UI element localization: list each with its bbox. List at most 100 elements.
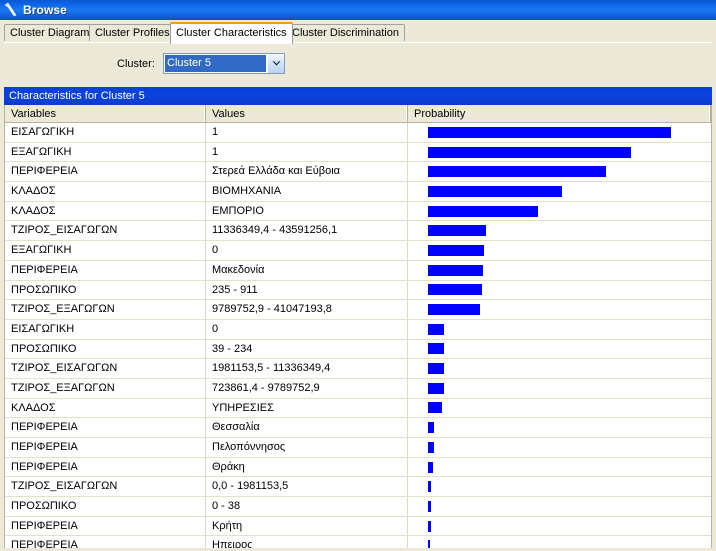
- probability-bar: [428, 461, 433, 473]
- cell-value: 0 - 38: [206, 497, 408, 516]
- table-header-row: Variables Values Probability: [5, 105, 711, 123]
- cell-probability: [408, 202, 711, 221]
- cell-value: Πελοπόννησος: [206, 438, 408, 457]
- probability-bar: [428, 422, 434, 434]
- cell-value: ΥΠΗΡΕΣΙΕΣ: [206, 398, 408, 418]
- cell-value: Κρήτη: [206, 516, 408, 536]
- cell-variable: ΠΕΡΙΦΕΡΕΙΑ: [5, 162, 206, 182]
- tab-cluster-discrimination[interactable]: Cluster Discrimination: [286, 24, 405, 42]
- cell-variable: ΠΕΡΙΦΕΡΕΙΑ: [5, 457, 206, 477]
- table-row[interactable]: ΠΕΡΙΦΕΡΕΙΑ Στερεά Ελλάδα και Εύβοια: [5, 162, 711, 183]
- table-row[interactable]: ΚΛΑΔΟΣ ΕΜΠΟΡΙΟ: [5, 201, 711, 222]
- table-row[interactable]: ΕΙΣΑΓΩΓΙΚΗ 1: [5, 123, 711, 143]
- cell-variable: ΤΖΙΡΟΣ_ΕΞΑΓΩΓΩΝ: [5, 378, 206, 398]
- cell-variable: ΠΕΡΙΦΕΡΕΙΑ: [5, 260, 206, 280]
- cell-value: 39 - 234: [206, 339, 408, 359]
- probability-bar: [428, 481, 431, 493]
- cell-variable: ΤΖΙΡΟΣ_ΕΙΣΑΓΩΓΩΝ: [5, 359, 206, 378]
- column-header-values[interactable]: Values: [206, 105, 408, 122]
- table-row[interactable]: ΤΖΙΡΟΣ_ΕΞΑΓΩΓΩΝ 9789752,9 - 41047193,8: [5, 300, 711, 320]
- cell-probability: [408, 261, 711, 280]
- table-row[interactable]: ΤΖΙΡΟΣ_ΕΙΣΑΓΩΓΩΝ 11336349,4 - 43591256,1: [5, 221, 711, 242]
- table-row[interactable]: ΠΕΡΙΦΕΡΕΙΑ Θράκη: [5, 457, 711, 478]
- table-row[interactable]: ΠΕΡΙΦΕΡΕΙΑ Μακεδονία: [5, 260, 711, 281]
- cell-variable: ΚΛΑΔΟΣ: [5, 398, 206, 418]
- cell-value: 723861,4 - 9789752,9: [206, 378, 408, 398]
- cell-variable: ΕΙΣΑΓΩΓΙΚΗ: [5, 319, 206, 339]
- table-row[interactable]: ΕΙΣΑΓΩΓΙΚΗ 0: [5, 319, 711, 340]
- cluster-label: Cluster:: [117, 58, 155, 70]
- probability-bar: [428, 284, 482, 296]
- probability-bar: [428, 244, 484, 256]
- table-row[interactable]: ΠΡΟΣΩΠΙΚΟ 0 - 38: [5, 497, 711, 517]
- tab-panel-cluster-characteristics: Cluster: Cluster 5 Characteristics for C…: [0, 42, 716, 551]
- cell-probability: [408, 536, 711, 548]
- cell-probability: [408, 517, 711, 536]
- characteristics-table[interactable]: Variables Values Probability ΕΙΣΑΓΩΓΙΚΗ 1…: [4, 105, 712, 548]
- cell-probability: [408, 320, 711, 339]
- table-row[interactable]: ΕΞΑΓΩΓΙΚΗ 0: [5, 241, 711, 261]
- probability-bar: [428, 382, 444, 394]
- table-row[interactable]: ΤΖΙΡΟΣ_ΕΙΣΑΓΩΓΩΝ 1981153,5 - 11336349,4: [5, 359, 711, 379]
- cell-variable: ΚΛΑΔΟΣ: [5, 201, 206, 221]
- table-row[interactable]: ΠΡΟΣΩΠΙΚΟ 235 - 911: [5, 280, 711, 301]
- probability-bar: [428, 304, 480, 316]
- cell-probability: [408, 458, 711, 477]
- cell-variable: ΠΕΡΙΦΕΡΕΙΑ: [5, 516, 206, 536]
- table-body: ΕΙΣΑΓΩΓΙΚΗ 1 ΕΞΑΓΩΓΙΚΗ 1 ΠΕΡΙΦΕΡΕΙΑ Στερεά Ελ…: [5, 123, 711, 548]
- tab-cluster-characteristics[interactable]: Cluster Characteristics: [170, 22, 293, 44]
- table-row[interactable]: ΠΡΟΣΩΠΙΚΟ 39 - 234: [5, 339, 711, 360]
- probability-bar: [428, 205, 538, 217]
- tab-cluster-profiles[interactable]: Cluster Profiles: [89, 24, 176, 42]
- tab-cluster-diagram[interactable]: Cluster Diagram: [4, 24, 96, 42]
- probability-bar: [428, 540, 430, 548]
- table-row[interactable]: ΚΛΑΔΟΣ ΥΠΗΡΕΣΙΕΣ: [5, 398, 711, 419]
- cell-variable: ΠΡΟΣΩΠΙΚΟ: [5, 280, 206, 300]
- table-row[interactable]: ΠΕΡΙΦΕΡΕΙΑ Θεσσαλία: [5, 418, 711, 438]
- cell-probability: [408, 221, 711, 240]
- cell-variable: ΠΡΟΣΩΠΙΚΟ: [5, 339, 206, 359]
- cell-probability: [408, 359, 711, 378]
- tab-strip: Cluster Diagram Cluster Profiles Cluster…: [0, 20, 716, 44]
- cell-value: Θράκη: [206, 457, 408, 477]
- cell-value: Θεσσαλία: [206, 418, 408, 437]
- cell-variable: ΤΖΙΡΟΣ_ΕΙΣΑΓΩΓΩΝ: [5, 477, 206, 497]
- cell-probability: [408, 418, 711, 437]
- chevron-down-icon[interactable]: [267, 54, 284, 73]
- cell-value: 1981153,5 - 11336349,4: [206, 359, 408, 378]
- table-row[interactable]: ΠΕΡΙΦΕΡΕΙΑ Πελοπόννησος: [5, 438, 711, 458]
- browse-window: Browse Cluster Diagram Cluster Profiles …: [0, 0, 716, 551]
- cell-value: Ηπειρος: [206, 536, 408, 548]
- window-titlebar: Browse: [0, 0, 716, 20]
- cell-probability: [408, 182, 711, 201]
- table-row[interactable]: ΤΖΙΡΟΣ_ΕΙΣΑΓΩΓΩΝ 0,0 - 1981153,5: [5, 477, 711, 498]
- column-header-probability[interactable]: Probability: [408, 105, 711, 122]
- panel-left-edge: [0, 42, 4, 551]
- cell-value: Μακεδονία: [206, 260, 408, 280]
- cluster-select-value-wrap: Cluster 5: [164, 54, 267, 73]
- cell-probability: [408, 399, 711, 418]
- cell-variable: ΕΞΑΓΩΓΙΚΗ: [5, 142, 206, 162]
- table-row[interactable]: ΠΕΡΙΦΕΡΕΙΑ Ηπειρος: [5, 536, 711, 548]
- cell-probability: [408, 123, 711, 142]
- cell-value: 0: [206, 319, 408, 339]
- probability-bar: [428, 363, 444, 375]
- table-row[interactable]: ΠΕΡΙΦΕΡΕΙΑ Κρήτη: [5, 516, 711, 537]
- probability-bar: [428, 264, 483, 276]
- cluster-selector-row: Cluster: Cluster 5: [0, 53, 716, 77]
- cluster-select[interactable]: Cluster 5: [163, 53, 285, 74]
- cell-value: 0,0 - 1981153,5: [206, 477, 408, 497]
- cell-probability: [408, 281, 711, 300]
- cell-variable: ΚΛΑΔΟΣ: [5, 182, 206, 201]
- cell-probability: [408, 340, 711, 359]
- cell-variable: ΕΙΣΑΓΩΓΙΚΗ: [5, 123, 206, 142]
- column-header-variables[interactable]: Variables: [5, 105, 206, 122]
- cell-probability: [408, 497, 711, 516]
- pickaxe-icon: [3, 2, 19, 18]
- probability-bar: [428, 225, 486, 237]
- table-row[interactable]: ΤΖΙΡΟΣ_ΕΞΑΓΩΓΩΝ 723861,4 - 9789752,9: [5, 378, 711, 399]
- cell-variable: ΠΕΡΙΦΕΡΕΙΑ: [5, 536, 206, 548]
- table-row[interactable]: ΚΛΑΔΟΣ ΒΙΟΜΗΧΑΝΙΑ: [5, 182, 711, 202]
- characteristics-band-title: Characteristics for Cluster 5: [4, 87, 712, 105]
- table-row[interactable]: ΕΞΑΓΩΓΙΚΗ 1: [5, 142, 711, 163]
